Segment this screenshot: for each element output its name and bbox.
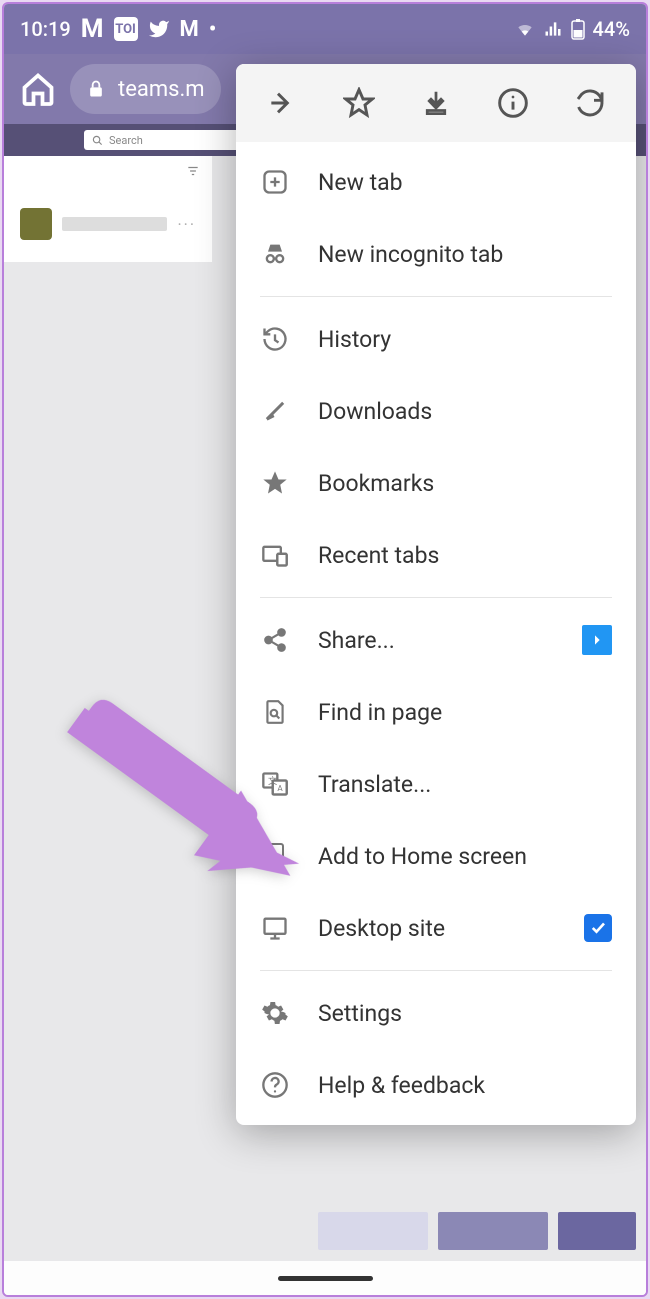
url-text: teams.m <box>118 77 205 102</box>
history-icon <box>260 324 290 354</box>
blurred-thumbnails <box>4 1201 646 1261</box>
notif-more-icon: • <box>209 17 217 42</box>
menu-bookmarks[interactable]: Bookmarks <box>236 447 636 519</box>
menu-separator <box>260 970 612 971</box>
menu-share[interactable]: Share... <box>236 604 636 676</box>
menu-desktop-site[interactable]: Desktop site <box>236 892 636 964</box>
svg-text:A: A <box>277 783 283 793</box>
menu-label: Settings <box>318 1000 402 1027</box>
recent-tabs-icon <box>260 540 290 570</box>
menu-downloads[interactable]: Downloads <box>236 375 636 447</box>
search-placeholder: Search <box>109 134 143 147</box>
menu-label: Translate... <box>318 771 431 798</box>
add-home-icon <box>260 841 290 871</box>
menu-toolbar <box>236 64 636 142</box>
chrome-menu: New tab New incognito tab History Downlo… <box>236 64 636 1125</box>
filter-icon[interactable] <box>186 164 200 178</box>
nav-handle[interactable] <box>4 1261 646 1295</box>
desktop-icon <box>260 913 290 943</box>
download-button[interactable] <box>418 85 454 121</box>
battery-icon <box>571 18 585 40</box>
gear-icon <box>260 998 290 1028</box>
menu-label: Find in page <box>318 699 442 726</box>
help-icon <box>260 1070 290 1100</box>
menu-label: Desktop site <box>318 915 445 942</box>
wifi-icon <box>515 19 535 39</box>
twitter-icon <box>148 18 170 40</box>
desktop-checkbox[interactable] <box>584 914 612 942</box>
blurred-item: ··· <box>4 194 212 254</box>
incognito-icon <box>260 239 290 269</box>
menu-label: Add to Home screen <box>318 843 527 870</box>
forward-button[interactable] <box>264 85 300 121</box>
menu-recent-tabs[interactable]: Recent tabs <box>236 519 636 591</box>
menu-label: Share... <box>318 627 395 654</box>
find-icon <box>260 697 290 727</box>
menu-label: Recent tabs <box>318 542 439 569</box>
menu-help-feedback[interactable]: Help & feedback <box>236 1049 636 1121</box>
svg-text:文: 文 <box>268 775 277 787</box>
notif-icon-1: M <box>81 14 104 44</box>
menu-label: Downloads <box>318 398 432 425</box>
search-icon <box>92 135 103 146</box>
menu-separator <box>260 296 612 297</box>
menu-add-to-home[interactable]: Add to Home screen <box>236 820 636 892</box>
battery-percent: 44% <box>593 17 630 41</box>
bookmarks-icon <box>260 468 290 498</box>
new-tab-icon <box>260 167 290 197</box>
status-time: 10:19 <box>20 17 71 41</box>
notif-icon-2: TOI <box>114 17 138 41</box>
share-icon <box>260 625 290 655</box>
menu-separator <box>260 597 612 598</box>
downloads-icon <box>260 396 290 426</box>
url-field[interactable]: teams.m <box>70 64 221 114</box>
translate-icon: 文A <box>260 769 290 799</box>
menu-translate[interactable]: 文A Translate... <box>236 748 636 820</box>
share-app-icon <box>582 625 612 655</box>
info-button[interactable] <box>495 85 531 121</box>
gmail-icon: M <box>180 17 199 42</box>
signal-icon <box>543 19 563 39</box>
menu-history[interactable]: History <box>236 303 636 375</box>
menu-label: Help & feedback <box>318 1072 485 1099</box>
menu-label: New tab <box>318 169 403 196</box>
notification-icons: M TOI M • <box>81 14 217 44</box>
menu-settings[interactable]: Settings <box>236 977 636 1049</box>
menu-new-tab[interactable]: New tab <box>236 146 636 218</box>
menu-label: History <box>318 326 391 353</box>
teams-sidebar: ··· <box>4 156 212 262</box>
menu-find-in-page[interactable]: Find in page <box>236 676 636 748</box>
menu-label: New incognito tab <box>318 241 503 268</box>
bookmark-button[interactable] <box>341 85 377 121</box>
android-statusbar: 10:19 M TOI M • 44% <box>4 4 646 54</box>
home-icon[interactable] <box>20 71 56 107</box>
menu-label: Bookmarks <box>318 470 434 497</box>
reload-button[interactable] <box>572 85 608 121</box>
menu-incognito[interactable]: New incognito tab <box>236 218 636 290</box>
lock-icon <box>86 79 106 99</box>
